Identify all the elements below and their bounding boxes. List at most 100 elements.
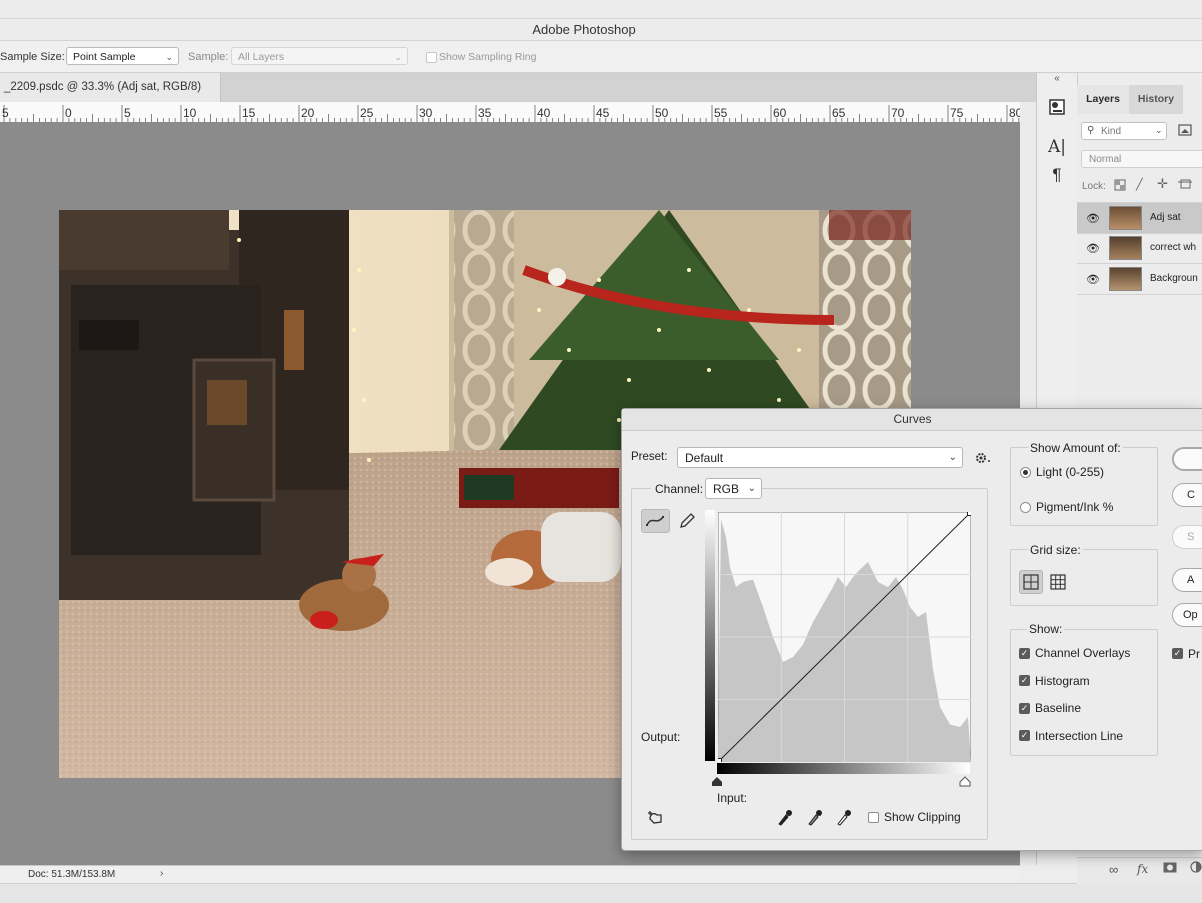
hand-adjust-icon[interactable]	[645, 807, 667, 827]
ruler-label: 60	[773, 106, 787, 120]
ok-button[interactable]	[1172, 447, 1202, 471]
character-icon[interactable]: A|	[1046, 137, 1068, 159]
black-eyedropper-icon[interactable]	[776, 807, 794, 827]
show-amount-group	[1010, 447, 1158, 526]
collapse-panels-icon[interactable]: «	[1037, 73, 1077, 84]
ruler-label: 45	[596, 106, 610, 120]
eye-icon[interactable]: 👁︎	[1086, 212, 1100, 225]
show-clipping-checkbox[interactable]: ✓	[868, 812, 879, 823]
intersection-line-label: Intersection Line	[1035, 729, 1124, 743]
artboard-icon[interactable]	[1178, 178, 1192, 190]
layer-filter-value: Kind	[1101, 126, 1122, 137]
gray-eyedropper-icon[interactable]	[806, 807, 824, 827]
properties-icon[interactable]	[1046, 96, 1068, 118]
preview-checkbox[interactable]: ✓	[1172, 648, 1183, 659]
bottom-strip	[0, 883, 1202, 903]
light-option-label: Light (0-255)	[1036, 465, 1105, 479]
output-label: Output:	[641, 730, 681, 744]
settings-gear-icon[interactable]	[974, 450, 992, 466]
histogram-checkbox[interactable]: ✓	[1019, 675, 1030, 686]
eye-icon[interactable]: 👁︎	[1086, 242, 1100, 255]
layer-name: Backgroun	[1150, 273, 1198, 284]
options-button[interactable]: Op	[1172, 603, 1202, 627]
lock-transparent-icon[interactable]	[1114, 179, 1126, 191]
ruler-label: 75	[950, 106, 964, 120]
ruler-label: 30	[419, 106, 433, 120]
status-menu-arrow[interactable]: ›	[160, 868, 163, 879]
fx-icon[interactable]: fx	[1137, 862, 1148, 876]
layer-thumbnail	[1109, 236, 1142, 260]
layer-thumbnail	[1109, 206, 1142, 230]
grid-detailed-button[interactable]	[1046, 570, 1070, 594]
pigment-radio[interactable]	[1020, 502, 1031, 513]
status-bar: Doc: 51.3M/153.8M ›	[0, 865, 1020, 884]
show-amount-title: Show Amount of:	[1028, 441, 1123, 455]
adjustment-icon[interactable]	[1190, 861, 1202, 873]
white-point-slider[interactable]	[959, 776, 971, 787]
grid-simple-button[interactable]	[1019, 570, 1043, 594]
brush-icon[interactable]: ╱	[1136, 178, 1148, 191]
tab-layers[interactable]: Layers	[1077, 85, 1130, 114]
pigment-option-label: Pigment/Ink %	[1036, 500, 1114, 514]
white-eyedropper-icon[interactable]	[835, 807, 853, 827]
layer-thumbnail	[1109, 267, 1142, 291]
grid-detailed-icon	[1050, 574, 1066, 590]
move-icon[interactable]: ✛	[1157, 176, 1170, 191]
auto-button[interactable]: A	[1172, 568, 1202, 592]
dialog-title: Curves	[622, 409, 1202, 431]
show-sampling-ring-checkbox[interactable]	[426, 52, 437, 63]
pencil-icon[interactable]	[677, 511, 697, 531]
preset-select[interactable]: Default ⌄	[677, 447, 963, 468]
sample-size-value: Point Sample	[73, 51, 136, 63]
layer-row[interactable]: 👁︎ correct wh	[1077, 233, 1202, 264]
document-tab-row: _2209.psdc @ 33.3% (Adj sat, RGB/8)	[0, 73, 1036, 102]
title-bar: Adobe Photoshop	[0, 0, 1202, 41]
curve-graph[interactable]	[716, 510, 973, 764]
light-radio[interactable]	[1020, 467, 1031, 478]
link-icon[interactable]: ∞	[1109, 862, 1118, 877]
show-title: Show:	[1027, 622, 1065, 636]
channel-select[interactable]: RGB ⌄	[705, 478, 762, 499]
eye-icon[interactable]: 👁︎	[1086, 273, 1100, 286]
input-label: Input:	[717, 791, 748, 805]
ruler-label: 5	[124, 106, 131, 120]
mask-icon[interactable]	[1163, 862, 1177, 873]
layer-filter-select[interactable]: ⚲ Kind ⌄	[1081, 122, 1167, 140]
horizontal-ruler[interactable]: 505101520253035404550556065707580	[0, 102, 1020, 123]
tab-history[interactable]: History	[1129, 85, 1183, 114]
blend-mode-select[interactable]: Normal	[1081, 150, 1202, 168]
layer-row[interactable]: 👁︎ Backgroun	[1077, 264, 1202, 295]
ruler-label: 50	[655, 106, 669, 120]
ruler-label: 0	[65, 106, 72, 120]
output-gradient-bar	[705, 510, 715, 761]
curve-plot	[716, 510, 973, 764]
curve-point[interactable]	[716, 758, 722, 764]
sample-select[interactable]: All Layers ⌄	[231, 47, 408, 65]
smooth-button[interactable]: S	[1172, 525, 1202, 549]
curve-points-button[interactable]	[641, 509, 670, 533]
ruler-label: 70	[891, 106, 905, 120]
sample-size-select[interactable]: Point Sample ⌄	[66, 47, 179, 65]
chevron-down-icon: ⌄	[165, 52, 173, 62]
ruler-label: 80	[1009, 106, 1020, 120]
document-tab[interactable]: _2209.psdc @ 33.3% (Adj sat, RGB/8)	[0, 73, 221, 102]
layer-row[interactable]: 👁︎ Adj sat	[1077, 202, 1202, 234]
channel-overlays-label: Channel Overlays	[1035, 646, 1131, 660]
grid-simple-icon	[1023, 574, 1039, 590]
intersection-line-checkbox[interactable]: ✓	[1019, 730, 1030, 741]
black-point-slider[interactable]	[711, 776, 723, 787]
show-sampling-ring-label: Show Sampling Ring	[439, 51, 537, 63]
grid-size-title: Grid size:	[1028, 543, 1083, 557]
baseline-checkbox[interactable]: ✓	[1019, 703, 1030, 714]
channel-overlays-checkbox[interactable]: ✓	[1019, 648, 1030, 659]
filter-image-icon[interactable]	[1177, 123, 1193, 137]
layers-panel-footer: ∞ fx	[1077, 857, 1202, 884]
ruler-label: 15	[242, 106, 256, 120]
paragraph-icon[interactable]: ¶	[1046, 165, 1068, 187]
curve-point[interactable]	[967, 510, 973, 516]
preset-value: Default	[685, 451, 724, 465]
sample-value: All Layers	[238, 51, 285, 63]
search-icon: ⚲	[1087, 125, 1095, 136]
ruler-label: 65	[832, 106, 846, 120]
cancel-button[interactable]: C	[1172, 483, 1202, 507]
